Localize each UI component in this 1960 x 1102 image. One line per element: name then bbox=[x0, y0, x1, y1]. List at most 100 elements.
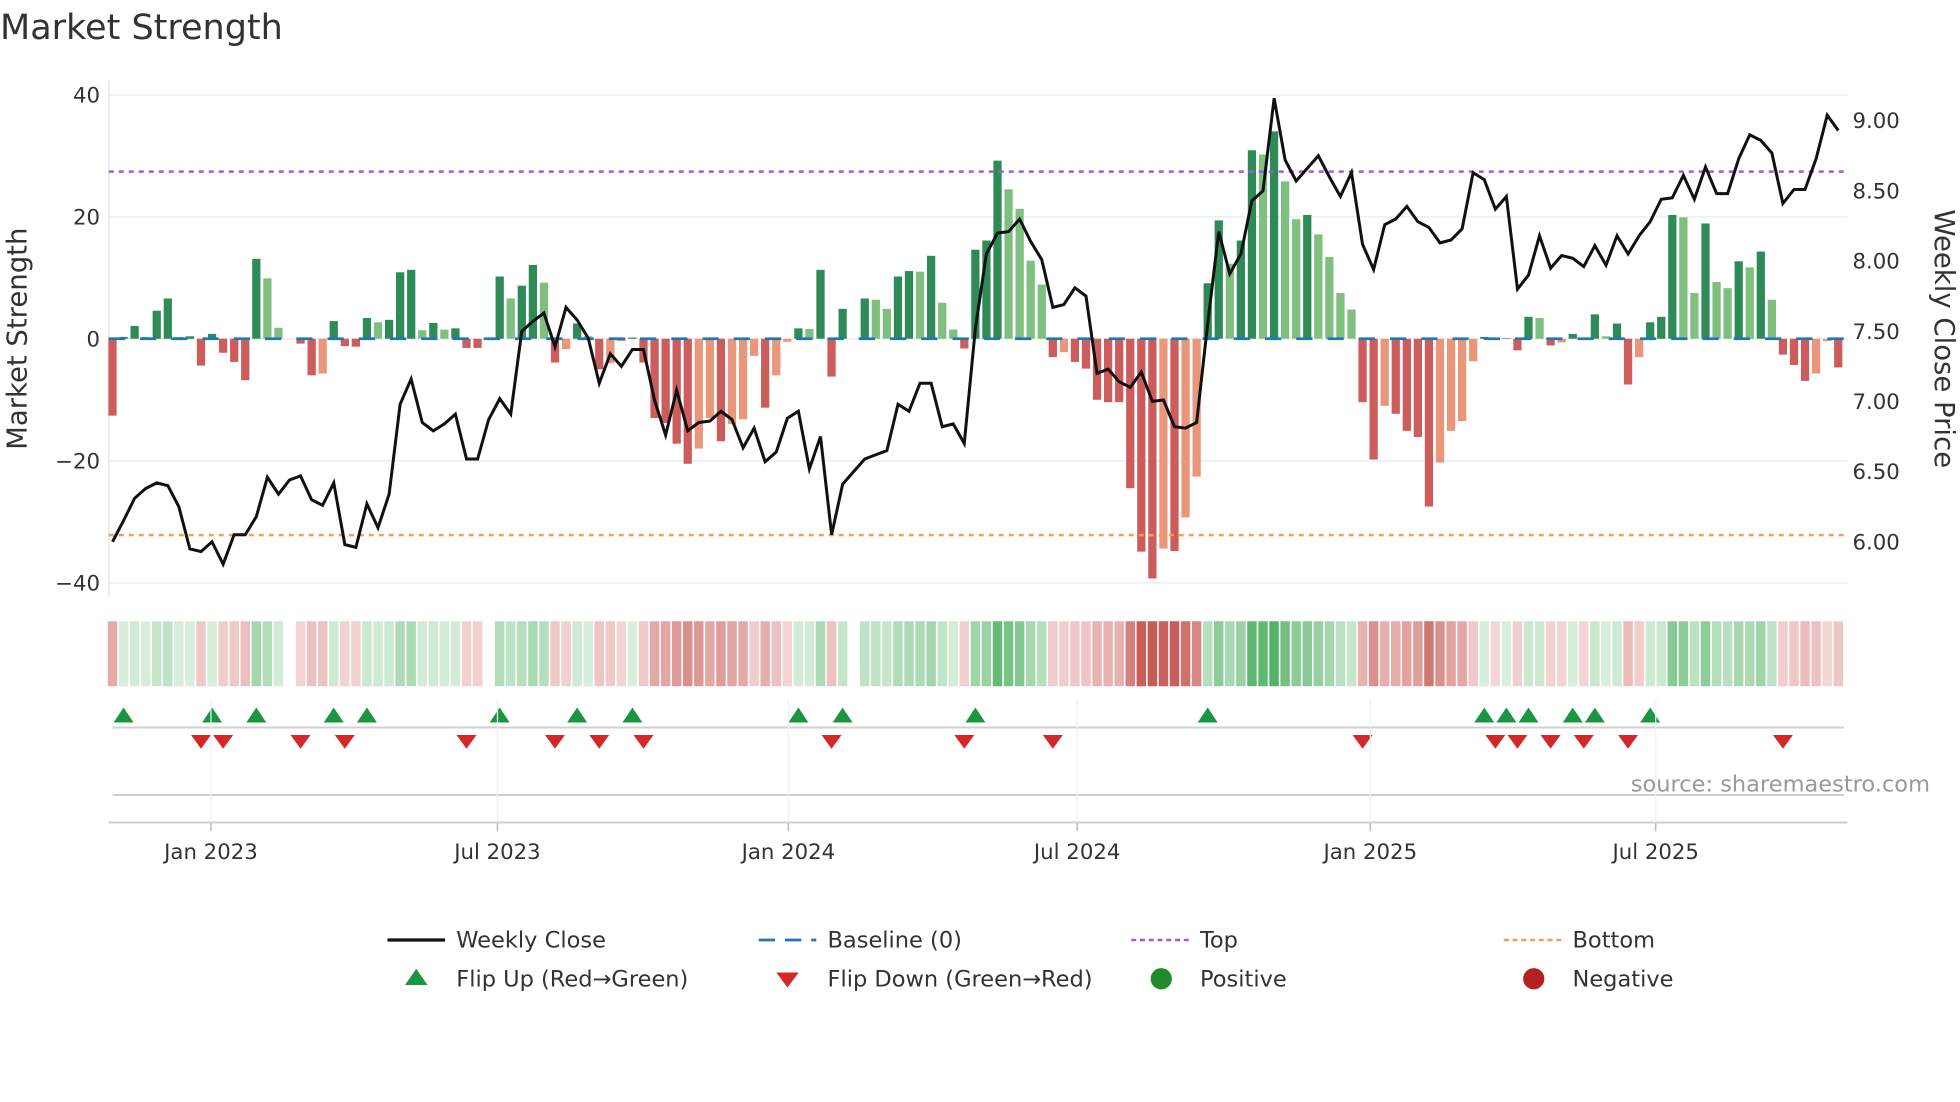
heatmap-cell bbox=[1247, 621, 1257, 687]
heatmap-cell bbox=[1634, 621, 1644, 687]
strength-bar bbox=[1723, 288, 1732, 339]
strength-bar bbox=[1778, 338, 1788, 355]
chart-title: Market Strength bbox=[0, 8, 283, 48]
strength-bar bbox=[1502, 338, 1511, 339]
heatmap-cell bbox=[1556, 621, 1567, 687]
flip-down-marker bbox=[1573, 735, 1594, 749]
strength-bar bbox=[1524, 316, 1533, 339]
flip-up-marker bbox=[832, 707, 853, 723]
heatmap-cell bbox=[1258, 621, 1268, 687]
heatmap-cell bbox=[1534, 621, 1545, 687]
strength-bar bbox=[1734, 261, 1743, 339]
price-line-group bbox=[111, 97, 1840, 569]
flip-down-marker bbox=[954, 735, 975, 749]
legend-triangle-down-icon bbox=[776, 972, 799, 988]
heatmap-cell bbox=[1147, 621, 1158, 687]
strength-bar bbox=[539, 282, 549, 339]
heatmap-cell bbox=[1313, 621, 1324, 687]
heatmap-cell bbox=[1357, 621, 1368, 687]
strength-bar bbox=[252, 258, 261, 339]
legend-label: Bottom bbox=[1573, 928, 1656, 954]
y2-ticks: 9.00 8.50 8.00 7.50 7.00 6.50 6.00 bbox=[1853, 109, 1900, 555]
strength-bar bbox=[1026, 260, 1035, 339]
heatmap-cell bbox=[738, 621, 748, 687]
heatmap-cell bbox=[196, 621, 206, 687]
y2-tick-label: 7.00 bbox=[1853, 390, 1900, 415]
strength-bar bbox=[1269, 131, 1279, 339]
strength-bar bbox=[1590, 314, 1599, 339]
heatmap-cell bbox=[671, 621, 682, 687]
strength-bar bbox=[783, 338, 792, 342]
heatmap-cell bbox=[384, 621, 394, 687]
heatmap-cell bbox=[539, 621, 549, 687]
heatmap-cell bbox=[1048, 621, 1058, 687]
strength-bar bbox=[1424, 338, 1434, 507]
strength-bar bbox=[440, 329, 449, 339]
flip-up-marker bbox=[202, 707, 223, 723]
y2-tick-label: 8.00 bbox=[1853, 250, 1900, 275]
flip-up-marker bbox=[1474, 707, 1495, 723]
heatmap-cell bbox=[450, 621, 461, 687]
heatmap-cell bbox=[1700, 621, 1711, 687]
heatmap-cell bbox=[295, 621, 306, 687]
strength-bar bbox=[1446, 338, 1456, 431]
strength-bar bbox=[595, 338, 604, 370]
heatmap-cell bbox=[959, 621, 970, 687]
x-tick-label: Jan 2024 bbox=[740, 840, 836, 865]
legend-triangle-up-icon bbox=[405, 968, 428, 985]
flip-down-marker bbox=[633, 735, 654, 749]
heatmap-cell bbox=[1667, 621, 1678, 687]
strength-bar bbox=[1281, 181, 1290, 339]
strength-bar bbox=[716, 338, 726, 442]
strength-bar bbox=[196, 338, 206, 366]
heatmap-cell bbox=[107, 621, 118, 687]
heatmap-cell bbox=[882, 621, 892, 687]
y2-tick-label: 6.00 bbox=[1853, 530, 1900, 555]
flip-down-marker bbox=[456, 735, 477, 749]
strength-bar bbox=[1568, 333, 1577, 339]
heatmap-cell bbox=[771, 621, 781, 687]
strength-bar bbox=[561, 338, 571, 350]
strength-bar bbox=[628, 337, 637, 339]
strength-bar bbox=[130, 325, 139, 339]
y-tick-label: 40 bbox=[73, 83, 100, 108]
heatmap-cell bbox=[1545, 621, 1556, 687]
heatmap-cell bbox=[362, 621, 372, 687]
strength-bar bbox=[694, 338, 703, 449]
heatmap-cell bbox=[1601, 621, 1611, 687]
strength-bar bbox=[495, 276, 504, 339]
heatmap-cell bbox=[1811, 621, 1821, 687]
strength-bar bbox=[318, 338, 327, 374]
legend-label: Top bbox=[1199, 928, 1238, 954]
flip-down-marker bbox=[1618, 735, 1639, 749]
heatmap-cell bbox=[1214, 621, 1224, 687]
heatmap-cell bbox=[1512, 621, 1523, 687]
flip-down-marker bbox=[1540, 735, 1561, 749]
strength-bar bbox=[1756, 251, 1765, 339]
strength-bar bbox=[1668, 214, 1677, 339]
strength-bar bbox=[1391, 338, 1400, 414]
heatmap-cell bbox=[1756, 621, 1766, 687]
y-tick-label: −40 bbox=[55, 571, 100, 596]
flip-up-marker bbox=[1518, 707, 1539, 723]
heatmap-cell bbox=[1103, 621, 1113, 687]
strength-bar bbox=[1247, 150, 1257, 339]
strength-bar bbox=[241, 338, 250, 381]
heatmap-cell bbox=[1081, 621, 1091, 687]
heatmap-cell bbox=[417, 621, 427, 687]
heatmap-cell bbox=[1490, 621, 1501, 687]
heatmap-cell bbox=[638, 621, 649, 687]
heatmap-cell bbox=[1457, 621, 1467, 687]
flip-up-marker bbox=[622, 707, 643, 723]
strength-bar bbox=[816, 269, 825, 339]
strength-bar bbox=[1037, 284, 1046, 339]
strength-bar bbox=[451, 328, 460, 339]
heatmap-cell bbox=[1800, 621, 1810, 687]
heatmap-cell bbox=[970, 621, 981, 687]
strength-bar bbox=[1435, 338, 1445, 463]
flip-up-marker bbox=[1584, 707, 1605, 723]
strength-bar bbox=[1712, 282, 1721, 339]
heatmap-cell bbox=[395, 621, 405, 687]
x-tick-label: Jul 2025 bbox=[1610, 840, 1698, 865]
heatmap-cell bbox=[782, 621, 793, 687]
